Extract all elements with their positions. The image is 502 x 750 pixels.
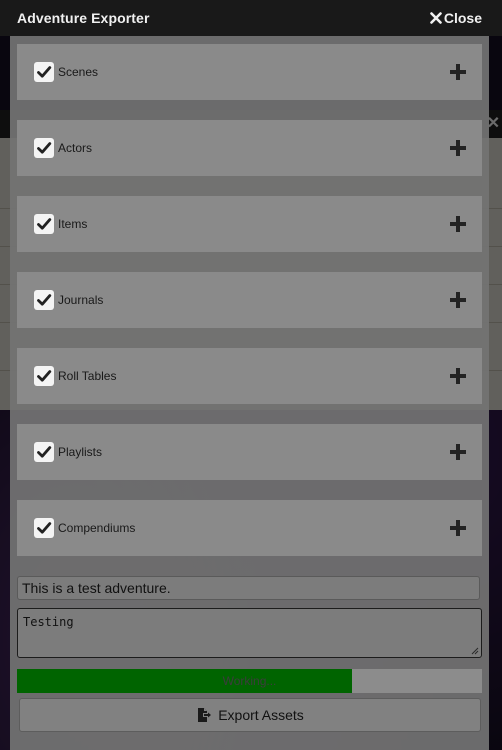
description-text: Testing — [23, 615, 74, 629]
checkmark-icon — [37, 142, 52, 154]
checkmark-icon — [37, 370, 52, 382]
adventure-description-textarea[interactable]: Testing — [17, 608, 482, 658]
section-label: Compendiums — [58, 521, 136, 535]
journals-checkbox[interactable] — [34, 290, 54, 310]
export-assets-label: Export Assets — [218, 707, 304, 723]
checkmark-icon — [37, 66, 52, 78]
playlists-checkbox[interactable] — [34, 442, 54, 462]
close-label: Close — [443, 10, 482, 26]
adventure-name-input[interactable]: This is a test adventure. — [17, 576, 480, 600]
section-label: Roll Tables — [58, 369, 117, 383]
section-scenes[interactable]: Scenes — [17, 44, 482, 100]
plus-icon[interactable] — [450, 368, 466, 384]
plus-icon[interactable] — [450, 216, 466, 232]
checkmark-icon — [37, 446, 52, 458]
section-items[interactable]: Items — [17, 196, 482, 252]
checkmark-icon — [37, 218, 52, 230]
plus-icon[interactable] — [450, 520, 466, 536]
section-journals[interactable]: Journals — [17, 272, 482, 328]
export-progress-bar: Working... — [17, 669, 482, 693]
checkmark-icon — [37, 294, 52, 306]
close-button[interactable]: Close — [430, 10, 482, 26]
close-icon — [430, 12, 442, 24]
plus-icon[interactable] — [450, 64, 466, 80]
plus-icon[interactable] — [450, 140, 466, 156]
dialog-content: Scenes Actors Items Journals Roll Tables… — [10, 36, 489, 750]
resize-grip-icon[interactable] — [471, 647, 479, 655]
section-roll-tables[interactable]: Roll Tables — [17, 348, 482, 404]
section-label: Journals — [58, 293, 104, 307]
dialog-titlebar[interactable]: Adventure Exporter Close — [0, 0, 502, 36]
progress-label: Working... — [222, 674, 277, 688]
dialog-title: Adventure Exporter — [17, 10, 150, 26]
items-checkbox[interactable] — [34, 214, 54, 234]
file-export-icon — [198, 708, 212, 722]
export-assets-button[interactable]: Export Assets — [19, 698, 481, 732]
plus-icon[interactable] — [450, 292, 466, 308]
section-compendiums[interactable]: Compendiums — [17, 500, 482, 556]
section-playlists[interactable]: Playlists — [17, 424, 482, 480]
section-label: Actors — [58, 141, 93, 155]
scenes-checkbox[interactable] — [34, 62, 54, 82]
adventure-exporter-dialog: Adventure Exporter Close Scenes Actors I… — [0, 0, 502, 750]
checkmark-icon — [37, 522, 52, 534]
section-actors[interactable]: Actors — [17, 120, 482, 176]
roll-tables-checkbox[interactable] — [34, 366, 54, 386]
section-label: Items — [58, 217, 88, 231]
plus-icon[interactable] — [450, 444, 466, 460]
actors-checkbox[interactable] — [34, 138, 54, 158]
compendiums-checkbox[interactable] — [34, 518, 54, 538]
section-label: Scenes — [58, 65, 99, 79]
section-label: Playlists — [58, 445, 103, 459]
